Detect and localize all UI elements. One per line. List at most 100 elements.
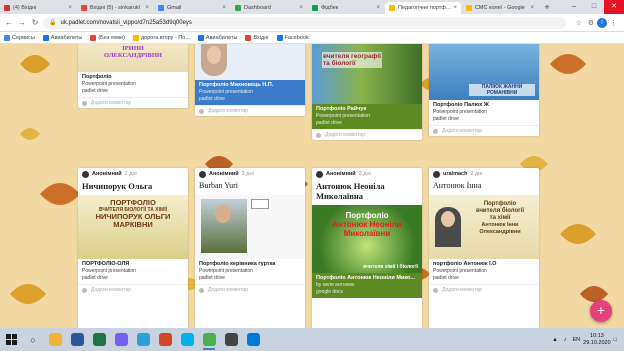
browser-tab[interactable]: СМС колеї - Google ×	[462, 2, 538, 14]
browser-tab[interactable]: Фідбек ×	[308, 2, 384, 14]
language-indicator[interactable]: EN	[573, 337, 581, 343]
attachment-title: Портфоліо	[82, 74, 112, 80]
post-card-portfolio-3[interactable]: вчителя географії та біології Портфоліо …	[312, 44, 422, 140]
comment-avatar-icon	[199, 108, 204, 114]
attachment-meta: Портфоліо Палюх Ж Powerpoint presentatio…	[429, 100, 539, 125]
post-card-portfolio-2[interactable]: Портфоліо Махновець Н.П. Powerpoint pres…	[195, 44, 305, 116]
author-avatar	[199, 170, 206, 178]
menu-icon[interactable]: ⋮	[610, 19, 617, 27]
attachment-thumbnail[interactable]	[195, 44, 305, 80]
close-tab-icon[interactable]: ×	[68, 5, 72, 11]
close-tab-icon[interactable]: ×	[453, 5, 457, 11]
attachment-subtitle: by неля антонюк	[316, 282, 355, 288]
thumbnail-text: ІРИНИ ОЛЕКСАНДРІВНИ	[103, 45, 162, 59]
forward-icon[interactable]: →	[17, 18, 27, 27]
chrome-taskbar-icon[interactable]	[198, 328, 220, 351]
browser-tab[interactable]: Педагогічне портфоліо ×	[385, 2, 461, 14]
extension-icon[interactable]: ⚙	[588, 19, 594, 27]
photos-taskbar-icon[interactable]	[220, 328, 242, 351]
thumbnail-line-1: ПОРТФОЛІО	[110, 198, 156, 207]
browser-tab[interactable]: (4) Вхідні ×	[0, 2, 76, 14]
add-comment[interactable]: Додати коментар	[429, 125, 539, 136]
attachment-thumbnail[interactable]: ПАЛІЮК ЖАННИ РОМАНІВНИ	[429, 44, 539, 100]
volume-icon[interactable]: ♪	[564, 337, 567, 343]
close-tab-icon[interactable]: ×	[299, 5, 303, 11]
skype-taskbar-icon[interactable]	[176, 328, 198, 351]
network-icon[interactable]: ▲	[552, 337, 557, 343]
attachment-subtitle: Powerpoint presentation	[199, 89, 253, 95]
viber-taskbar-icon[interactable]	[110, 328, 132, 351]
attachment-source: padlet drive	[433, 275, 459, 281]
attachment-thumbnail[interactable]: ПОРТФОЛІО ВЧИТЕЛЯ БІОЛОГІЇ ТА ХІМІЇ НИЧИ…	[78, 195, 188, 259]
add-comment[interactable]: Додати коментар	[195, 284, 305, 295]
close-tab-icon[interactable]: ×	[145, 5, 149, 11]
post-card-nychyporuk[interactable]: Анонімний 2 дні Ничипорук Ольга ПОРТФОЛІО…	[78, 168, 188, 328]
post-card-antoniuk-neonila[interactable]: Анонімний 2 дні Антонюк Неоніла Миколаївн…	[312, 168, 422, 328]
search-icon[interactable]: ○	[22, 335, 44, 345]
author-name: uralmach	[443, 171, 468, 177]
address-bar-row: ← → ↻ 🔒 uk.padlet.com/novatsii_vippo/d7n…	[0, 14, 624, 32]
new-tab-button[interactable]: +	[542, 3, 552, 13]
add-comment[interactable]: Додати коментар	[78, 97, 188, 108]
photo-face	[441, 211, 455, 227]
close-tab-icon[interactable]: ×	[530, 5, 534, 11]
star-icon[interactable]: ☆	[575, 19, 581, 27]
close-window-icon[interactable]: ✕	[604, 0, 624, 14]
add-comment[interactable]: Додати коментар	[312, 129, 422, 140]
bookmark-item[interactable]: Facebook	[276, 34, 309, 41]
reload-icon[interactable]: ↻	[30, 18, 40, 27]
post-card-portfolio-1[interactable]: ІРИНИ ОЛЕКСАНДРІВНИ Портфоліо Powerpoint…	[78, 44, 188, 108]
bookmark-item[interactable]: дорога вгору - По...	[132, 34, 190, 41]
bookmark-item[interactable]: Авиабилеты	[197, 34, 237, 41]
file-explorer-taskbar-icon[interactable]	[44, 328, 66, 351]
thumbnail-text: ПАЛІЮК ЖАННИ РОМАНІВНИ	[469, 84, 535, 96]
powerpoint-taskbar-icon[interactable]	[154, 328, 176, 351]
windows-start-icon[interactable]	[0, 328, 22, 351]
attachment-title: Портфоліо Махновець Н.П.	[199, 82, 274, 88]
back-icon[interactable]: ←	[4, 18, 14, 27]
url-bar[interactable]: 🔒 uk.padlet.com/novatsii_vippo/d7n25a53d…	[43, 16, 567, 29]
minimize-icon[interactable]: –	[564, 0, 584, 14]
bookmark-item[interactable]: (Без теми)	[90, 34, 125, 41]
close-tab-icon[interactable]: ×	[222, 5, 226, 11]
bookmarks-bar: Сервисы Авиабилеты (Без теми) дорога вгору …	[0, 32, 624, 44]
notification-icon[interactable]: □	[614, 337, 617, 343]
post-card-burban[interactable]: Анонімний 2 дні Burban Yuri Портфоліо кер…	[195, 168, 305, 328]
tab-title: Фідбек	[321, 5, 339, 11]
add-comment[interactable]: Додати коментар	[78, 284, 188, 295]
comment-avatar-icon	[433, 128, 438, 134]
attachment-thumbnail[interactable]: вчителя географії та біології	[312, 44, 422, 104]
attachment-thumbnail[interactable]: Портфоліо Антонюк Неоніли Миколаївни вчи…	[312, 205, 422, 273]
add-comment[interactable]: Додати коментар	[195, 105, 305, 116]
attachment-thumbnail[interactable]	[195, 195, 305, 259]
comment-avatar-icon	[199, 287, 204, 293]
bookmark-item[interactable]: Вхідні	[245, 34, 269, 41]
bookmark-label: Facebook	[284, 34, 309, 41]
clock[interactable]: 10:13 29.10.2020	[583, 333, 611, 347]
attachment-source: google docs	[316, 289, 343, 295]
tab-title: Dashboard	[244, 5, 271, 11]
word-taskbar-icon[interactable]	[66, 328, 88, 351]
maximize-icon[interactable]: □	[584, 0, 604, 14]
bookmark-item[interactable]: Авиабилеты	[42, 34, 82, 41]
store-taskbar-icon[interactable]	[242, 328, 264, 351]
photos-icon	[224, 333, 238, 346]
add-post-button[interactable]: +	[590, 300, 612, 322]
post-card-portfolio-4[interactable]: ПАЛІЮК ЖАННИ РОМАНІВНИ Портфоліо Палюх Ж…	[429, 44, 539, 136]
attachment-thumbnail[interactable]: Портфоліо вчителя біології та хімії Анто…	[429, 195, 539, 259]
excel-taskbar-icon[interactable]	[88, 328, 110, 351]
bookmark-item[interactable]: Сервисы	[4, 34, 35, 41]
add-comment[interactable]: Додати коментар	[429, 284, 539, 295]
browser-tab[interactable]: Gmail ×	[154, 2, 230, 14]
browser-tab[interactable]: Вхідні (5) - sinkarukl ×	[77, 2, 153, 14]
post-author: Анонімний 2 дні	[195, 168, 305, 180]
browser-tab[interactable]: Dashboard ×	[231, 2, 307, 14]
attachment-thumbnail[interactable]: ІРИНИ ОЛЕКСАНДРІВНИ	[78, 44, 188, 72]
profile-avatar[interactable]: I	[597, 17, 607, 28]
post-card-antoniuk-inna[interactable]: uralmach 2 дні Антонюк Інна Портфоліо вчи…	[429, 168, 539, 328]
attachment-subtitle: Powerpoint presentation	[82, 81, 136, 87]
close-tab-icon[interactable]: ×	[376, 5, 380, 11]
attachment-meta: Портфоліо Райчук Powerpoint presentation…	[312, 104, 422, 129]
telegram-taskbar-icon[interactable]	[132, 328, 154, 351]
clock-date: 29.10.2020	[583, 339, 611, 346]
